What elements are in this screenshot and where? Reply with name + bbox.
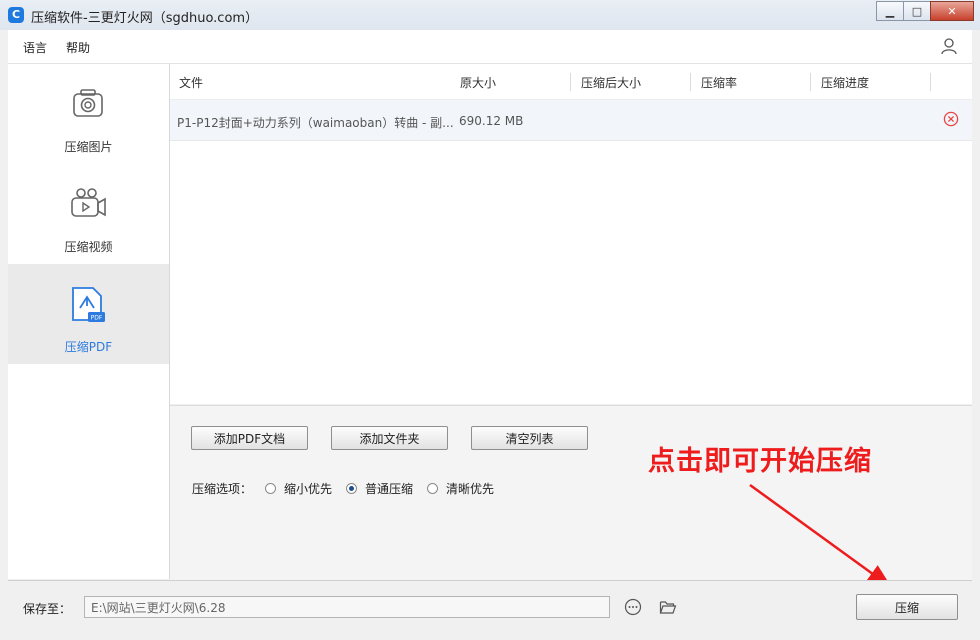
app-logo-icon: C [8,7,24,23]
sidebar-item-compress-video[interactable]: 压缩视频 [8,164,169,264]
pdf-icon: PDF [72,287,105,322]
sidebar: 压缩图片 压缩视频 PDF 压缩PDF [8,64,170,579]
sidebar-item-label: 压缩视频 [64,240,113,254]
add-pdf-button[interactable]: 添加PDF文档 [191,426,308,450]
save-to-label: 保存至： [23,602,72,616]
original-size-cell: 690.12 MB [459,114,524,128]
more-options-icon[interactable] [624,598,642,616]
options-panel: 添加PDF文档 添加文件夹 清空列表 压缩选项： 缩小优先 普通压缩 清晰优先 … [170,405,972,588]
table-row[interactable]: P1-P12封面+动力系列（waimaoban）转曲 - 副... 690.12… [170,100,972,141]
window-controls: ▁ □ ✕ [876,1,974,21]
footer-bar: 保存至： 压缩 [8,580,972,633]
radio-indicator[interactable] [427,483,438,494]
window-title: 压缩软件-三更灯火网（sgdhuo.com） [31,11,259,26]
radio-size-priority[interactable]: 缩小优先 [265,480,332,497]
column-divider [930,73,931,91]
radio-label: 普通压缩 [365,482,414,496]
column-header-ratio: 压缩率 [701,76,738,90]
sidebar-item-label: 压缩图片 [64,140,113,154]
file-name-cell: P1-P12封面+动力系列（waimaoban）转曲 - 副... [177,116,454,130]
column-header-compressed-size: 压缩后大小 [581,76,642,90]
menu-bar: 语言 帮助 [8,30,972,64]
radio-normal-compression[interactable]: 普通压缩 [346,480,413,497]
column-divider [570,73,571,91]
column-divider [690,73,691,91]
pdf-badge-text: PDF [91,315,103,322]
folder-icon[interactable] [659,598,677,616]
app-window: C 压缩软件-三更灯火网（sgdhuo.com） ▁ □ ✕ 语言 帮助 压缩图… [0,0,980,640]
title-bar: C 压缩软件-三更灯火网（sgdhuo.com） ▁ □ ✕ [0,0,980,30]
close-button[interactable]: ✕ [930,1,974,21]
table-header: 文件 原大小 压缩后大小 压缩率 压缩进度 [170,64,972,100]
column-divider [810,73,811,91]
radio-indicator[interactable] [265,483,276,494]
file-table: 文件 原大小 压缩后大小 压缩率 压缩进度 P1-P12封面+动力系列（waim… [170,64,972,404]
column-header-file: 文件 [179,76,204,90]
video-camera-icon [71,188,106,217]
image-icon [73,89,103,117]
menu-help[interactable]: 帮助 [66,39,90,56]
menu-language[interactable]: 语言 [23,39,47,56]
maximize-button[interactable]: □ [903,1,931,21]
save-path-input[interactable] [84,596,610,618]
remove-file-icon[interactable] [943,111,959,127]
clear-list-button[interactable]: 清空列表 [471,426,588,450]
user-icon[interactable] [940,37,958,55]
radio-label: 缩小优先 [284,482,333,496]
sidebar-item-compress-image[interactable]: 压缩图片 [8,64,169,164]
sidebar-item-label: 压缩PDF [64,340,113,354]
column-header-progress: 压缩进度 [821,76,870,90]
compress-button[interactable]: 压缩 [856,594,958,620]
radio-indicator[interactable] [346,483,357,494]
sidebar-item-compress-pdf[interactable]: PDF 压缩PDF [8,264,169,364]
add-folder-button[interactable]: 添加文件夹 [331,426,448,450]
minimize-button[interactable]: ▁ [876,1,904,21]
column-header-original-size: 原大小 [460,76,497,90]
compression-options-label: 压缩选项： [192,482,253,496]
annotation-text: 点击即可开始压缩 [648,446,872,477]
radio-clarity-priority[interactable]: 清晰优先 [427,480,494,497]
radio-label: 清晰优先 [446,482,495,496]
